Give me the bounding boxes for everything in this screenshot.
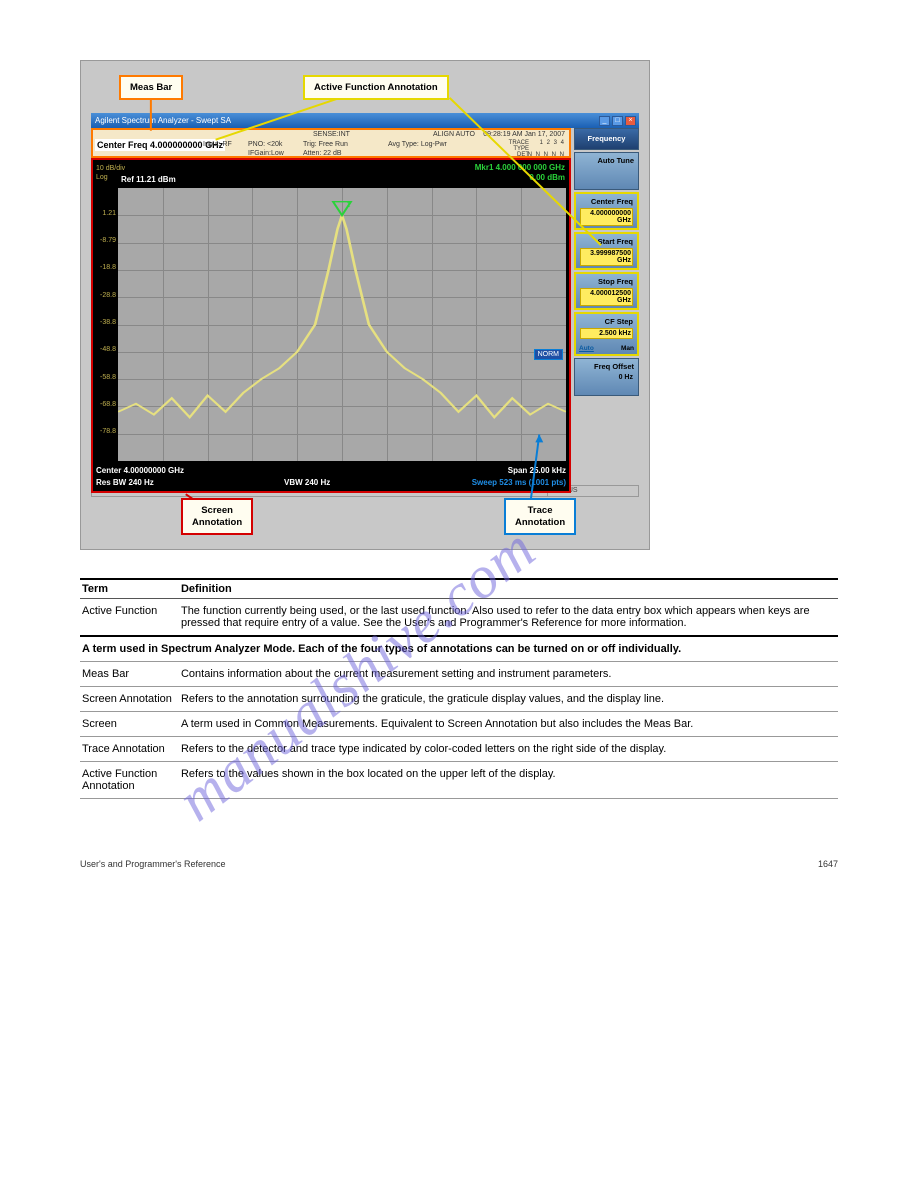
trace-numbers: 1 2 3 4 <box>540 140 565 146</box>
softkey-auto-tune[interactable]: Auto Tune <box>574 152 639 190</box>
softkey-label: CF Step <box>605 317 633 326</box>
page-number: 1647 <box>818 859 838 869</box>
y-label-8: -78.8 <box>96 428 116 435</box>
app-title: Agilent Spectrum Analyzer - Swept SA <box>95 116 231 125</box>
pno-text: PNO: <20k <box>248 141 282 148</box>
callout-text: ScreenAnnotation <box>192 505 242 527</box>
softkey-label: Start Freq <box>598 237 633 246</box>
marker-label: 1 <box>346 202 350 209</box>
maximize-button[interactable]: □ <box>612 116 623 126</box>
softkey-label: Stop Freq <box>598 277 633 286</box>
softkey-label: Auto Tune <box>597 156 634 165</box>
def-cell: Contains information about the current m… <box>179 662 838 687</box>
softkey-label: Center Freq <box>591 197 633 206</box>
callout-screen-annotation: ScreenAnnotation <box>181 498 253 535</box>
y-label-3: -28.8 <box>96 292 116 299</box>
y-label-7: -68.8 <box>96 401 116 408</box>
def-cell: The function currently being used, or th… <box>179 599 838 637</box>
term-cell: Screen Annotation <box>80 687 179 712</box>
window-titlebar: Agilent Spectrum Analyzer - Swept SA _ □… <box>91 113 639 128</box>
term-cell: Active Function Annotation <box>80 762 179 799</box>
vbw-status: VBW 240 Hz <box>284 478 330 487</box>
marker-freq: Mkr1 4.000 000 000 GHz <box>475 163 565 172</box>
definitions-table: TermDefinition Active FunctionThe functi… <box>80 578 838 799</box>
callout-active-function: Active Function Annotation <box>303 75 449 100</box>
page-footer: User's and Programmer's Reference 1647 <box>80 859 838 869</box>
term-cell: Active Function <box>80 599 179 637</box>
softkey-start-freq[interactable]: Start Freq 3.999987500 GHz <box>574 232 639 270</box>
resbw-status: Res BW 240 Hz <box>96 478 154 487</box>
y-label-5: -48.8 <box>96 346 116 353</box>
softkey-value: 3.999987500 GHz <box>580 248 633 266</box>
term-cell: Screen <box>80 712 179 737</box>
marker-amplitude: 0.00 dBm <box>529 173 565 182</box>
softkey-center-freq[interactable]: Center Freq 4.000000000 GHz <box>574 192 639 230</box>
center-freq-status: Center 4.00000000 GHz <box>96 466 184 475</box>
span-status: Span 25.00 kHz <box>508 466 566 475</box>
input-text: Input: RF <box>203 141 232 148</box>
softkey-header: Frequency <box>574 128 639 150</box>
softkey-stop-freq[interactable]: Stop Freq 4.000012500 GHz <box>574 272 639 310</box>
log-label: Log <box>96 174 108 181</box>
def-cell: Refers to the annotation surrounding the… <box>179 687 838 712</box>
callout-trace-annotation: TraceAnnotation <box>504 498 576 535</box>
sweep-status: Sweep 523 ms (1001 pts) <box>472 478 566 487</box>
softkey-panel: Frequency Auto Tune Center Freq 4.0000000… <box>574 128 639 398</box>
th-definition: Definition <box>179 579 838 599</box>
ifgain-text: IFGain:Low <box>248 150 284 157</box>
align-indicator: ALIGN AUTO <box>433 131 475 138</box>
y-label-4: -38.8 <box>96 319 116 326</box>
callout-text: TraceAnnotation <box>515 505 565 527</box>
callout-meas-bar: Meas Bar <box>119 75 183 100</box>
sense-indicator: SENSE:INT <box>313 131 350 138</box>
softkey-freq-offset[interactable]: Freq Offset 0 Hz <box>574 358 639 396</box>
avg-text: Avg Type: Log-Pwr <box>388 141 447 148</box>
term-cell: Trace Annotation <box>80 737 179 762</box>
trig-text: Trig: Free Run <box>303 141 348 148</box>
atten-text: Atten: 22 dB <box>303 150 342 157</box>
meas-bar: Center Freq 4.000000000 GHz SENSE:INT AL… <box>91 128 571 158</box>
ref-level: Ref 11.21 dBm <box>121 175 176 184</box>
softkey-value: 4.000000000 GHz <box>580 208 633 226</box>
minimize-button[interactable]: _ <box>599 116 610 126</box>
det-values: N N N N N <box>528 152 565 158</box>
softkey-value: 4.000012500 GHz <box>580 288 633 306</box>
y-label-1: -8.79 <box>96 237 116 244</box>
softkey-value: 2.500 kHz <box>580 328 633 339</box>
y-label-6: -58.8 <box>96 374 116 381</box>
plot-status-1: Center 4.00000000 GHz Span 25.00 kHz <box>96 466 566 475</box>
def-cell: A term used in Common Measurements. Equi… <box>179 712 838 737</box>
spectrum-plot: 10 dB/div Log Ref 11.21 dBm Mkr1 4.000 0… <box>91 158 571 493</box>
def-cell: Refers to the values shown in the box lo… <box>179 762 838 799</box>
th-term: Term <box>80 579 179 599</box>
term-cell: Meas Bar <box>80 662 179 687</box>
footer-title: User's and Programmer's Reference <box>80 859 226 869</box>
clock-text: 09:28:19 AM Jan 17, 2007 <box>483 131 565 138</box>
plot-status-2: Res BW 240 Hz VBW 240 Hz Sweep 523 ms (1… <box>96 478 566 487</box>
def-cell: Refers to the detector and trace type in… <box>179 737 838 762</box>
screenshot-figure: Meas Bar Active Function Annotation Agil… <box>80 60 650 550</box>
auto-mode: Auto <box>579 345 594 352</box>
softkey-label: Freq Offset <box>594 362 634 371</box>
y-label-0: 1.21 <box>96 210 116 217</box>
db-per-div: 10 dB/div <box>96 165 125 172</box>
man-mode: Man <box>621 345 634 352</box>
close-button[interactable]: × <box>625 116 636 126</box>
y-label-2: -18.8 <box>96 264 116 271</box>
softkey-value: 0 Hz <box>579 373 634 382</box>
graticule: 1.21 -8.79 -18.8 -28.8 -38.8 -48.8 -58.8… <box>118 188 566 461</box>
window-controls: _ □ × <box>599 116 636 126</box>
softkey-cf-step[interactable]: CF Step 2.500 kHz Auto Man <box>574 312 639 356</box>
section-cell: A term used in Spectrum Analyzer Mode. E… <box>80 636 838 662</box>
